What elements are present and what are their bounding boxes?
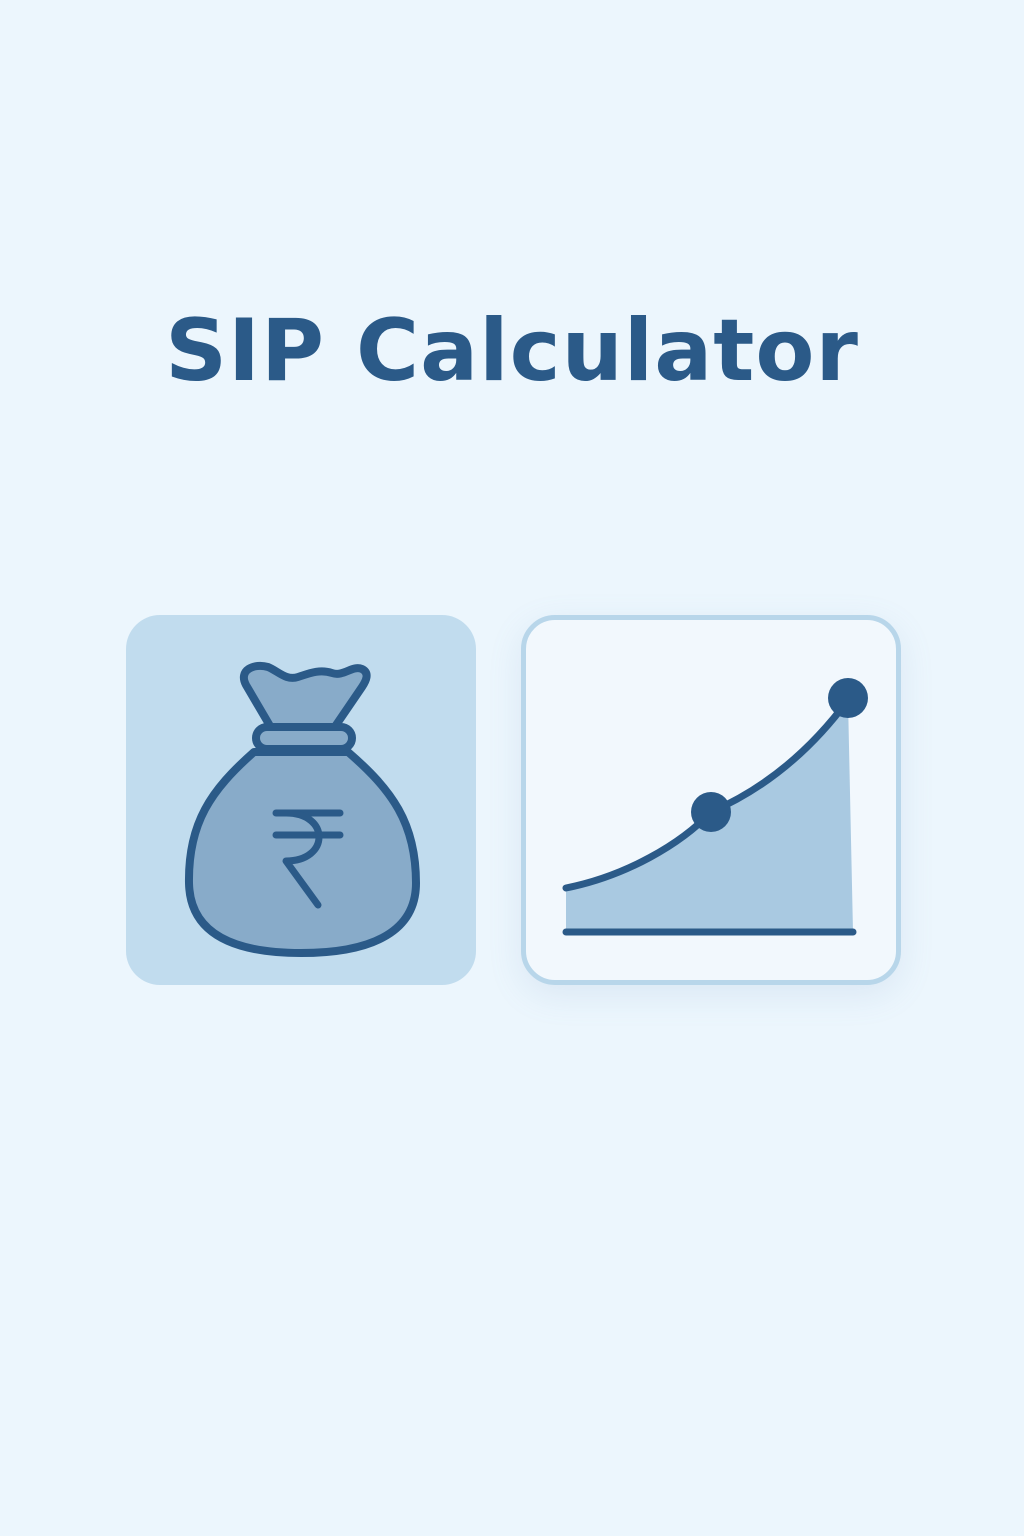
page-title: SIP Calculator	[165, 301, 859, 401]
money-bag-rupee-icon	[184, 662, 420, 957]
money-bag-tile	[126, 615, 476, 985]
chart-point-mid	[691, 792, 731, 832]
growth-chart-tile	[521, 615, 901, 985]
growth-chart-icon	[562, 678, 868, 936]
page: SIP Calculator	[0, 0, 1024, 1536]
chart-point-end	[828, 678, 868, 718]
